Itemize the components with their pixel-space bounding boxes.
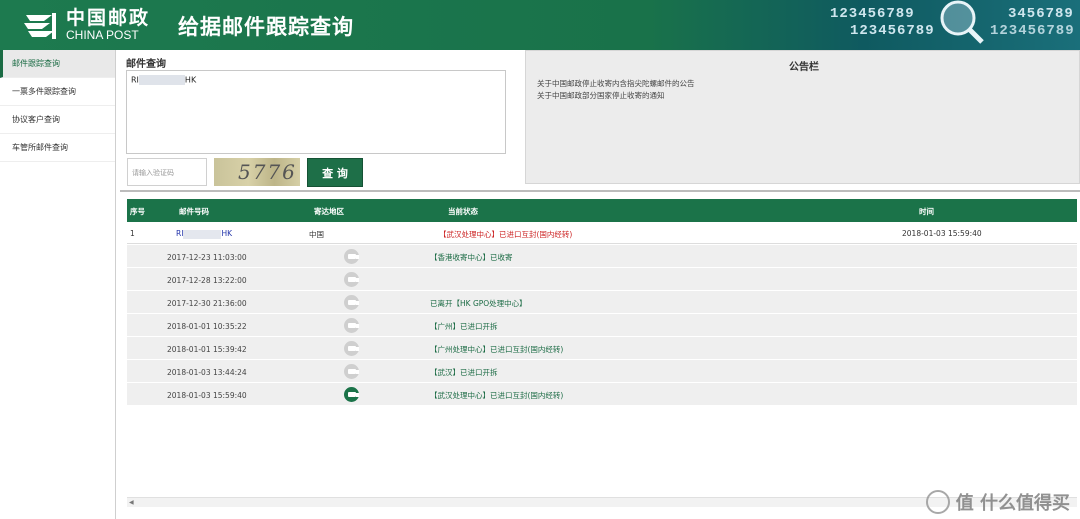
- query-panel: 邮件查询 RI HK 请输入验证码 5776 查 询: [122, 50, 515, 188]
- history-time: 2017-12-28 13:22:00: [167, 276, 247, 285]
- china-post-logo[interactable]: 中国邮政 CHINA POST: [22, 7, 150, 43]
- deco-number: 3456789: [1008, 6, 1074, 22]
- notice-link[interactable]: 关于中国邮政停止收寄内含指尖陀螺邮件的公告: [537, 78, 695, 89]
- package-received-icon: [344, 249, 359, 264]
- deco-number: 123456789: [830, 6, 915, 22]
- history-time: 2018-01-01 15:39:42: [167, 345, 247, 354]
- table-row[interactable]: 1 RI HK 中国 【武汉处理中心】已进口互封(国内经转) 2018-01-03…: [127, 222, 1077, 244]
- sidebar-item-mail-tracking[interactable]: 邮件跟踪查询: [0, 50, 115, 78]
- captcha-image[interactable]: 5776: [214, 158, 300, 186]
- query-label: 邮件查询: [126, 59, 166, 70]
- tracking-number-prefix: RI: [131, 75, 139, 85]
- deco-number: 123456789: [850, 23, 935, 39]
- history-status: 【武汉处理中心】已进口互封(国内经转): [430, 391, 564, 400]
- magnifier-icon: [940, 0, 984, 44]
- history-row: 2017-12-30 21:36:00 已离开【HK GPO处理中心】: [127, 291, 1077, 314]
- truck-icon: [344, 341, 359, 356]
- row-tracking-number[interactable]: RI HK: [176, 229, 232, 239]
- truck-icon: [344, 272, 359, 287]
- history-status: 【广州处理中心】已进口互封(国内经转): [430, 345, 564, 354]
- history-time: 2018-01-03 13:44:24: [167, 368, 247, 377]
- history-status: 【广州】已进口开拆: [430, 322, 498, 331]
- column-header-number: 邮件号码: [179, 207, 209, 216]
- header-decoration: 123456789 3456789 123456789 123456789: [830, 0, 1080, 50]
- sidebar-item-vehicle-office[interactable]: 车管所邮件查询: [0, 134, 115, 162]
- row-index: 1: [130, 229, 135, 238]
- watermark-text: 值 什么值得买: [955, 493, 1070, 514]
- tracking-number-textarea[interactable]: RI HK: [126, 70, 506, 154]
- truck-icon: [344, 318, 359, 333]
- history-status: 【香港收寄中心】已收寄: [430, 253, 513, 262]
- notice-board: 公告栏 关于中国邮政停止收寄内含指尖陀螺邮件的公告 关于中国邮政部分国家停止收寄…: [525, 50, 1080, 184]
- notice-link[interactable]: 关于中国邮政部分国家停止收寄的通知: [537, 90, 665, 101]
- history-row: 2018-01-03 15:59:40 【武汉处理中心】已进口互封(国内经转): [127, 383, 1077, 406]
- query-button[interactable]: 查 询: [307, 158, 363, 187]
- deco-number: 123456789: [990, 23, 1075, 39]
- history-time: 2018-01-01 10:35:22: [167, 322, 247, 331]
- history-row: 2017-12-23 11:03:00 【香港收寄中心】已收寄: [127, 245, 1077, 268]
- scroll-left-arrow-icon[interactable]: ◀: [129, 499, 134, 506]
- sidebar-item-multi-tracking[interactable]: 一票多件跟踪查询: [0, 78, 115, 106]
- row-time: 2018-01-03 15:59:40: [902, 229, 982, 238]
- captcha-input[interactable]: 请输入验证码: [127, 158, 207, 186]
- history-status: 已离开【HK GPO处理中心】: [430, 299, 527, 308]
- redacted-region: [138, 75, 185, 85]
- logo-chinese-text: 中国邮政: [66, 7, 151, 29]
- logo-english-text: CHINA POST: [66, 28, 139, 42]
- tracking-number-suffix: HK: [221, 229, 232, 238]
- sidebar: 邮件跟踪查询 一票多件跟踪查询 协议客户查询 车管所邮件查询: [0, 50, 116, 519]
- column-header-destination: 寄达地区: [314, 207, 344, 216]
- history-time: 2017-12-23 11:03:00: [167, 253, 247, 262]
- history-row: 2017-12-28 13:22:00: [127, 268, 1077, 291]
- history-row: 2018-01-03 13:44:24 【武汉】已进口开拆: [127, 360, 1077, 383]
- smzdm-logo-icon: [925, 490, 950, 514]
- truck-icon: [344, 364, 359, 379]
- redacted-region: [183, 229, 222, 239]
- tracking-number-suffix: HK: [184, 75, 197, 85]
- truck-icon: [344, 295, 359, 310]
- watermark: 值 什么值得买: [925, 489, 1070, 515]
- column-header-time: 时间: [919, 207, 934, 216]
- history-row: 2018-01-01 15:39:42 【广州处理中心】已进口互封(国内经转): [127, 337, 1077, 360]
- history-row: 2018-01-01 10:35:22 【广州】已进口开拆: [127, 314, 1077, 337]
- column-header-status: 当前状态: [448, 207, 478, 216]
- tracking-number-prefix: RI: [176, 229, 184, 238]
- china-post-emblem-icon: [22, 7, 60, 43]
- history-time: 2017-12-30 21:36:00: [167, 299, 247, 308]
- history-status: 【武汉】已进口开拆: [430, 368, 498, 377]
- page-title: 给据邮件跟踪查询: [178, 15, 354, 39]
- history-time: 2018-01-03 15:59:40: [167, 391, 247, 400]
- section-divider: [120, 190, 1080, 192]
- tracking-table: 序号 邮件号码 寄达地区 当前状态 时间 1 RI HK 中国 【武汉处理中心】已…: [127, 199, 1077, 506]
- header-bar: 中国邮政 CHINA POST 给据邮件跟踪查询 123456789 34567…: [0, 0, 1080, 50]
- table-header: 序号 邮件号码 寄达地区 当前状态 时间: [127, 199, 1077, 222]
- column-header-index: 序号: [130, 207, 145, 216]
- row-status: 【武汉处理中心】已进口互封(国内经转): [439, 230, 573, 239]
- row-destination: 中国: [309, 230, 324, 239]
- notice-title: 公告栏: [789, 62, 819, 73]
- sidebar-item-contract-customer[interactable]: 协议客户查询: [0, 106, 115, 134]
- truck-active-icon: [344, 387, 359, 402]
